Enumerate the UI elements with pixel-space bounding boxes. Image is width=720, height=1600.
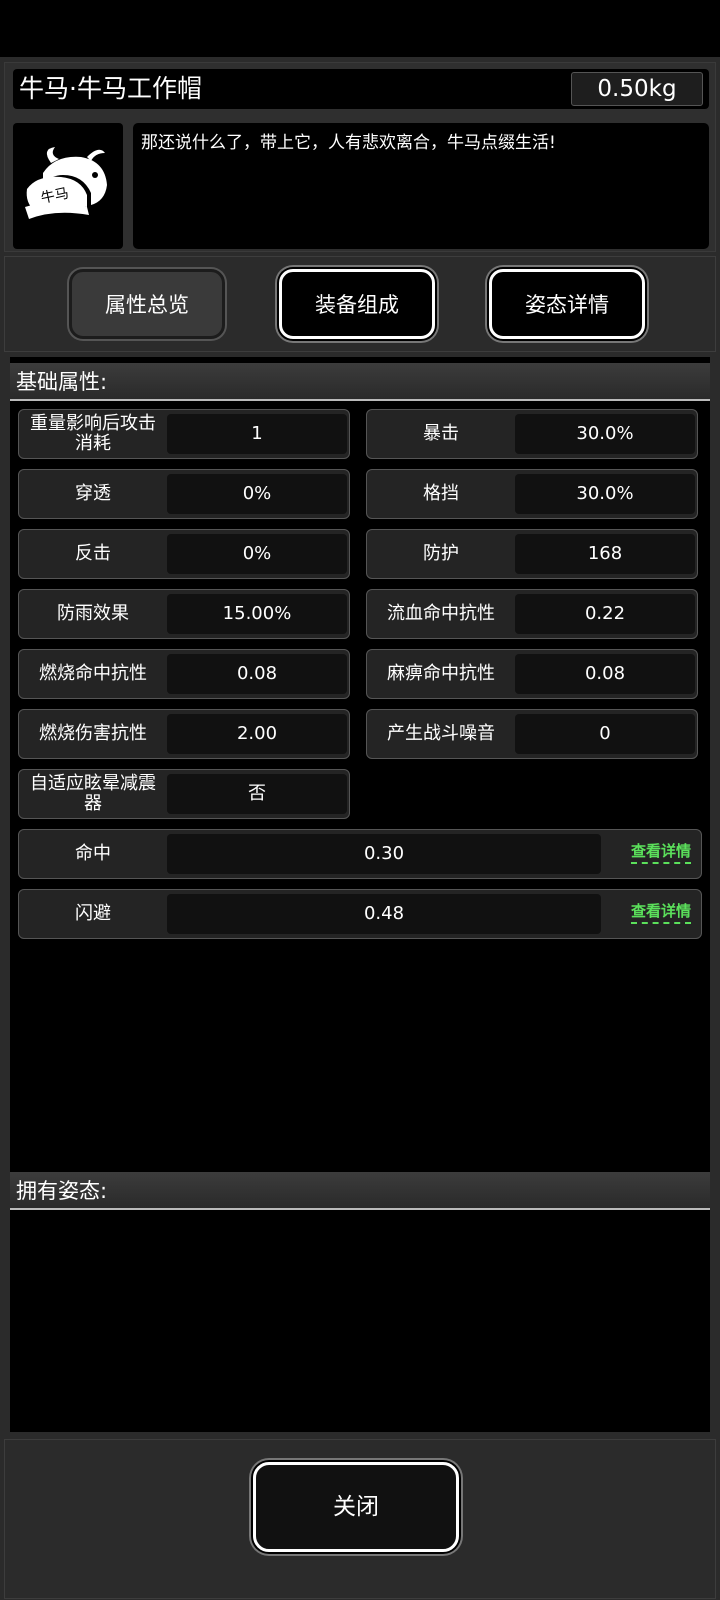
item-detail-panel: 牛马·牛马工作帽 0.50kg 牛马 那还说什么了，带上它，人有悲欢离合，牛马点… (0, 57, 720, 1600)
stat-value: 0.08 (167, 654, 347, 694)
stat-value: 0.30 (167, 834, 601, 874)
stat-row: 穿透 0% (18, 469, 350, 519)
item-header: 牛马·牛马工作帽 0.50kg 牛马 那还说什么了，带上它，人有悲欢离合，牛马点… (4, 62, 716, 252)
stat-value: 15.00% (167, 594, 347, 634)
section-header-stances: 拥有姿态: (10, 1172, 710, 1210)
item-description: 那还说什么了，带上它，人有悲欢离合，牛马点缀生活! (133, 123, 709, 249)
bull-helmet-icon: 牛马 (25, 147, 107, 219)
stat-value: 2.00 (167, 714, 347, 754)
stat-label: 格挡 (423, 483, 459, 504)
stat-value: 30.0% (515, 414, 695, 454)
stat-row: 暴击 30.0% (366, 409, 698, 459)
stat-value: 否 (167, 774, 347, 814)
stat-label: 穿透 (75, 483, 111, 504)
stat-row: 自适应眩晕减震器 否 (18, 769, 350, 819)
title-bar: 牛马·牛马工作帽 0.50kg (13, 69, 709, 109)
stat-label: 流血命中抗性 (387, 603, 495, 624)
tab-bar: 属性总览 装备组成 姿态详情 (4, 256, 716, 352)
tab-attribute-overview[interactable]: 属性总览 (69, 269, 225, 339)
stat-row-hit: 命中 0.30 查看详情 (18, 829, 702, 879)
stat-row: 防护 168 (366, 529, 698, 579)
stat-label: 闪避 (75, 903, 111, 924)
stat-row: 格挡 30.0% (366, 469, 698, 519)
stat-row: 燃烧命中抗性 0.08 (18, 649, 350, 699)
stat-row: 重量影响后攻击消耗 1 (18, 409, 350, 459)
stat-label: 重量影响后攻击消耗 (30, 413, 156, 454)
stat-value: 0.08 (515, 654, 695, 694)
stat-value: 0.22 (515, 594, 695, 634)
stat-value: 30.0% (515, 474, 695, 514)
stat-label: 麻痹命中抗性 (387, 663, 495, 684)
stat-row: 流血命中抗性 0.22 (366, 589, 698, 639)
section-header-base-attributes: 基础属性: (10, 363, 710, 401)
stat-value: 168 (515, 534, 695, 574)
footer-bar: 关闭 (4, 1439, 716, 1599)
stat-label: 燃烧命中抗性 (39, 663, 147, 684)
stat-label: 自适应眩晕减震器 (30, 773, 156, 814)
stat-value: 1 (167, 414, 347, 454)
stat-label: 反击 (75, 543, 111, 564)
view-details-link-dodge[interactable]: 查看详情 (630, 900, 691, 924)
stat-value: 0% (167, 474, 347, 514)
view-details-link-hit[interactable]: 查看详情 (630, 840, 691, 864)
stat-row: 反击 0% (18, 529, 350, 579)
stat-row: 燃烧伤害抗性 2.00 (18, 709, 350, 759)
item-title: 牛马·牛马工作帽 (19, 74, 202, 103)
stat-label: 暴击 (423, 423, 459, 444)
tab-stance-details[interactable]: 姿态详情 (489, 269, 645, 339)
stat-row: 防雨效果 15.00% (18, 589, 350, 639)
stat-label: 防雨效果 (57, 603, 129, 624)
stat-row: 产生战斗噪音 0 (366, 709, 698, 759)
stat-row: 麻痹命中抗性 0.08 (366, 649, 698, 699)
content-area: 基础属性: 重量影响后攻击消耗 1 暴击 30.0% 穿透 0% 格挡 30.0… (10, 357, 710, 1432)
stat-value: 0.48 (167, 894, 601, 934)
item-icon-frame: 牛马 (13, 123, 123, 249)
stat-label: 产生战斗噪音 (387, 723, 495, 744)
stat-label: 燃烧伤害抗性 (39, 723, 147, 744)
stat-label: 防护 (423, 543, 459, 564)
item-weight: 0.50kg (571, 72, 703, 106)
stat-value: 0% (167, 534, 347, 574)
stat-label: 命中 (75, 843, 111, 864)
stat-value: 0 (515, 714, 695, 754)
close-button[interactable]: 关闭 (253, 1462, 459, 1552)
tab-equipment-composition[interactable]: 装备组成 (279, 269, 435, 339)
stat-row-dodge: 闪避 0.48 查看详情 (18, 889, 702, 939)
